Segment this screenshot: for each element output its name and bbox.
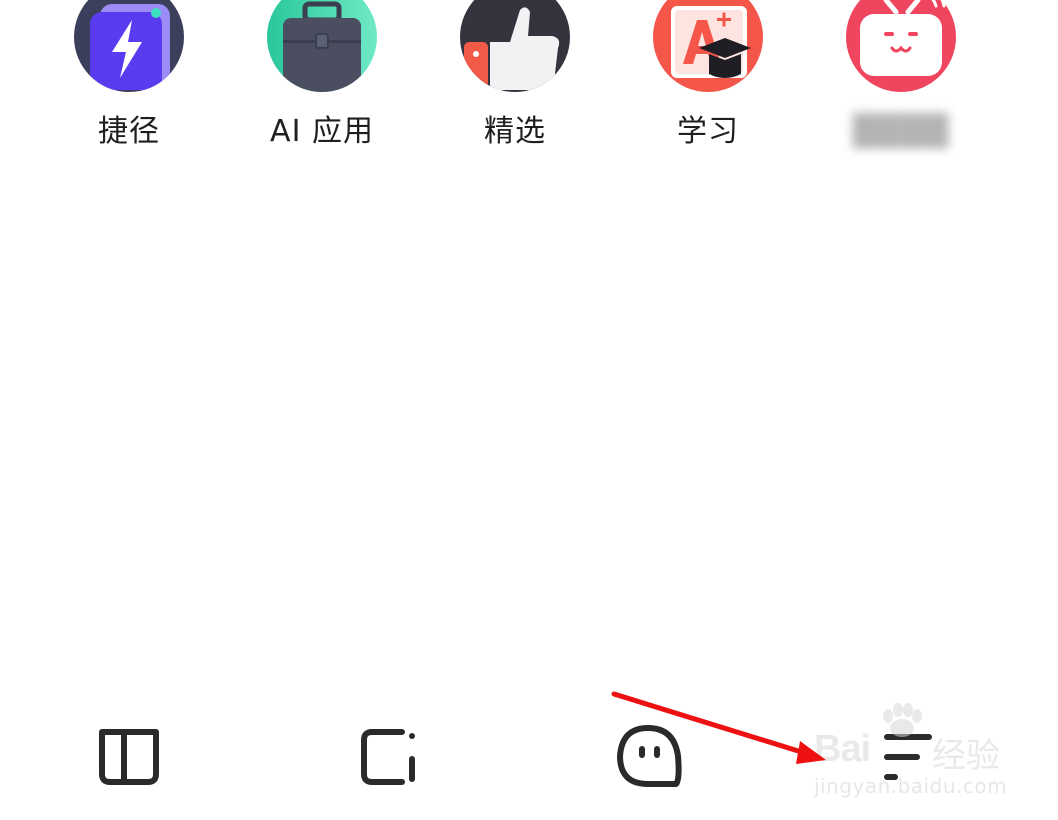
- chat-face-icon[interactable]: [606, 720, 696, 800]
- bottom-nav-bar: [0, 700, 1058, 820]
- square-icon[interactable]: [346, 720, 436, 800]
- grade-a-plus-icon: [653, 0, 763, 92]
- app-label: 精选: [484, 114, 546, 149]
- app-shortcut-row: 捷径 AI 应用 精选 学习 ████: [0, 0, 1058, 170]
- app-label: 捷径: [98, 114, 160, 149]
- app-shortcuts[interactable]: 捷径: [34, 0, 224, 162]
- app-featured[interactable]: 精选: [420, 0, 610, 162]
- lightning-icon: [74, 0, 184, 92]
- app-label: AI 应用: [270, 114, 374, 149]
- tv-mascot-icon: [846, 0, 956, 92]
- app-ai-apps[interactable]: AI 应用: [227, 0, 417, 162]
- book-icon[interactable]: [84, 720, 174, 800]
- thumbs-up-icon: [460, 0, 570, 92]
- menu-icon[interactable]: [864, 720, 954, 800]
- app-tv[interactable]: ████: [806, 0, 996, 162]
- briefcase-icon: [267, 0, 377, 92]
- app-label: 学习: [677, 114, 739, 149]
- app-label-blurred: ████: [852, 114, 950, 149]
- app-study[interactable]: 学习: [613, 0, 803, 162]
